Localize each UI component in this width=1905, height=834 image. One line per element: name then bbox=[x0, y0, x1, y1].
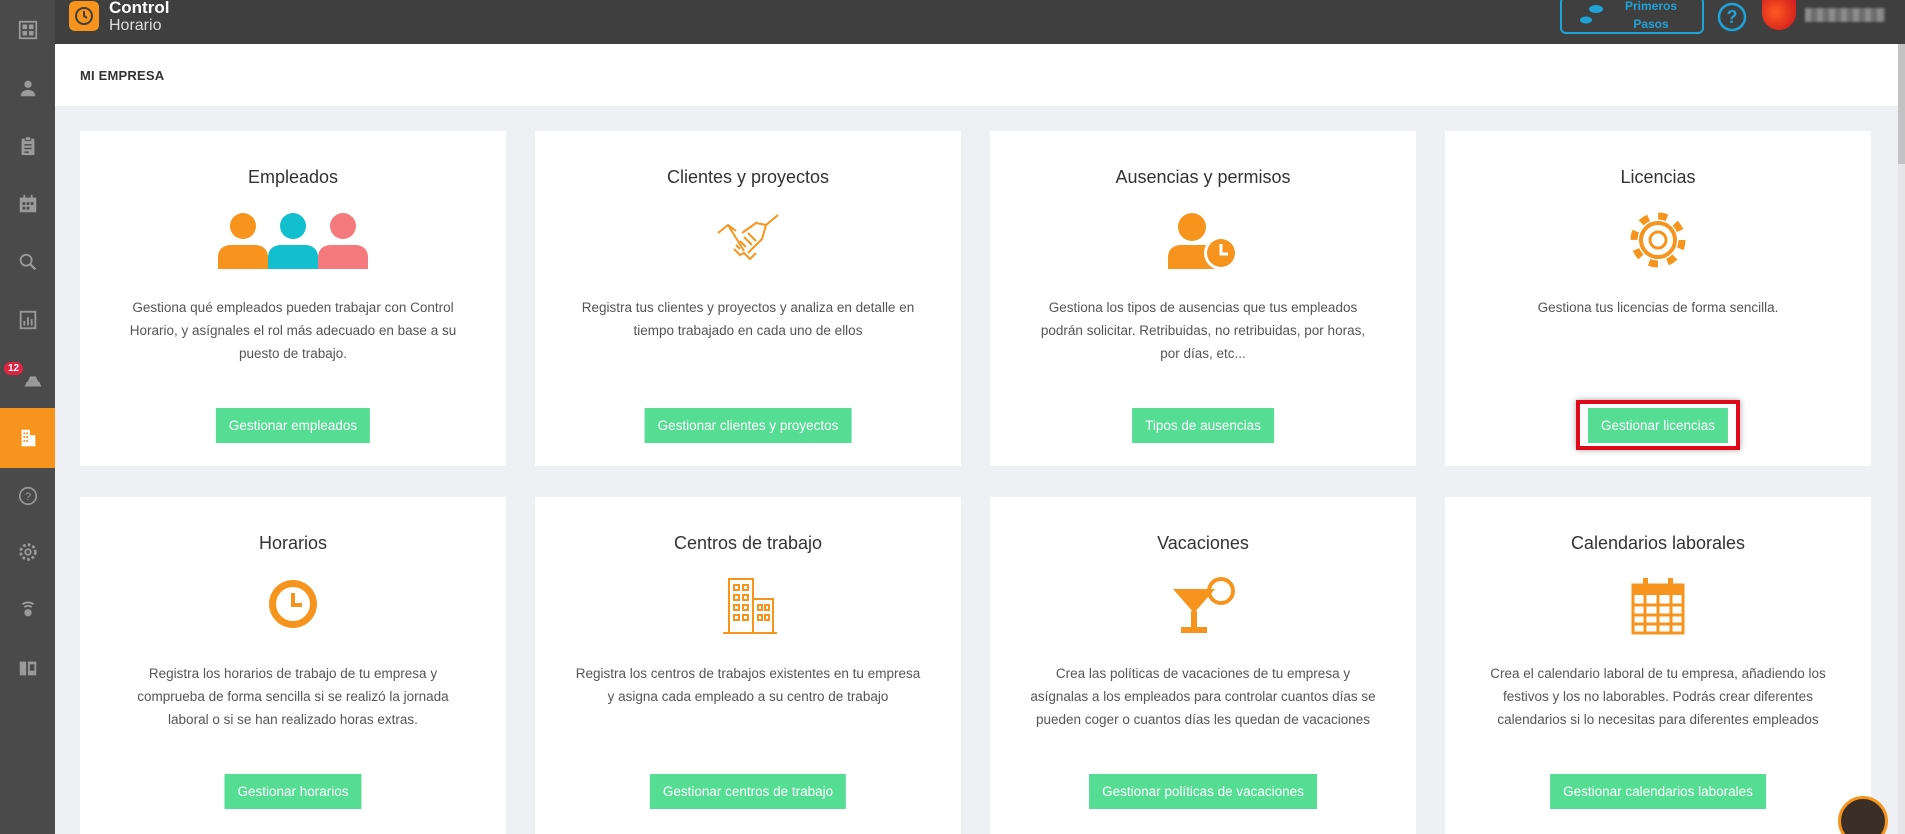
card-title: Empleados bbox=[247, 167, 339, 187]
sidebar-item-vacations[interactable]: 12 bbox=[0, 350, 55, 406]
cookie-settings-button[interactable] bbox=[1838, 796, 1888, 834]
notification-badge: 12 bbox=[4, 362, 24, 375]
gear-icon bbox=[1445, 211, 1871, 269]
handshake-icon bbox=[535, 211, 961, 271]
card-licencias: Licencias Gestiona tus licencias de form… bbox=[1445, 131, 1871, 466]
manage-schedules-button[interactable]: Gestionar horarios bbox=[224, 774, 362, 809]
card-ausencias-permisos: Ausencias y permisos Gestiona los tipos … bbox=[990, 131, 1416, 466]
sidebar-item-dashboard[interactable] bbox=[0, 2, 55, 58]
sidebar-item-calendar[interactable] bbox=[0, 176, 55, 232]
manage-clients-projects-button[interactable]: Gestionar clientes y proyectos bbox=[644, 408, 852, 443]
card-description: Gestiona los tipos de ausencias que tus … bbox=[1040, 300, 1366, 361]
card-title: Vacaciones bbox=[1157, 533, 1249, 553]
manage-vacation-policies-button[interactable]: Gestionar políticas de vacaciones bbox=[1089, 774, 1317, 809]
sidebar-item-search[interactable] bbox=[0, 234, 55, 290]
building-icon bbox=[535, 577, 961, 635]
logo-subtitle: Horario bbox=[109, 17, 162, 34]
manage-employees-button[interactable]: Gestionar empleados bbox=[215, 408, 371, 443]
cocktail-icon bbox=[990, 577, 1416, 635]
top-bar: Control Horario Primeros Pasos ? bbox=[55, 0, 1905, 44]
clock-logo-icon bbox=[69, 1, 99, 31]
vacation-icon bbox=[24, 376, 41, 387]
card-title: Centros de trabajo bbox=[673, 533, 823, 553]
card-title: Calendarios laborales bbox=[1570, 533, 1746, 553]
first-steps-line1: Primeros bbox=[1624, 0, 1678, 13]
card-vacaciones: Vacaciones Crea las políticas de vacacio… bbox=[990, 497, 1416, 834]
sidebar-item-company[interactable] bbox=[0, 408, 55, 468]
sidebar: 12 ? bbox=[0, 0, 55, 834]
scrollbar[interactable] bbox=[1898, 44, 1905, 834]
sidebar-item-records[interactable] bbox=[0, 118, 55, 174]
card-horarios: Horarios Registra los horarios de trabaj… bbox=[80, 497, 506, 834]
first-steps-button[interactable]: Primeros Pasos bbox=[1560, 0, 1704, 34]
card-description: Registra los horarios de trabajo de tu e… bbox=[137, 666, 449, 727]
clock-icon bbox=[80, 577, 506, 631]
support-icon bbox=[21, 601, 34, 617]
sidebar-item-devices[interactable] bbox=[0, 640, 55, 696]
card-title: Horarios bbox=[258, 533, 328, 553]
manage-licenses-button[interactable]: Gestionar licencias bbox=[1587, 408, 1729, 443]
employees-icon bbox=[80, 211, 506, 271]
absence-icon bbox=[990, 211, 1416, 273]
clipboard-icon bbox=[21, 136, 34, 156]
sidebar-item-employees[interactable] bbox=[0, 60, 55, 116]
card-description: Crea el calendario laboral de tu empresa… bbox=[1490, 666, 1826, 727]
question-circle-icon: ? bbox=[1717, 2, 1747, 32]
user-icon bbox=[20, 80, 35, 97]
card-centros-trabajo: Centros de trabajo Registra los centros … bbox=[535, 497, 961, 834]
first-steps-line2: Pasos bbox=[1633, 17, 1669, 31]
help-icon: ? bbox=[18, 486, 37, 506]
logo-title: Control bbox=[109, 0, 170, 17]
company-icon bbox=[21, 429, 35, 447]
card-title: Clientes y proyectos bbox=[666, 167, 830, 187]
card-description: Gestiona tus licencias de forma sencilla… bbox=[1537, 300, 1779, 315]
app-logo[interactable]: Control Horario bbox=[69, 0, 169, 44]
absence-types-button[interactable]: Tipos de ausencias bbox=[1132, 408, 1274, 443]
calendar-grid-icon bbox=[1445, 577, 1871, 635]
devices-icon bbox=[19, 661, 36, 676]
footsteps-icon bbox=[1580, 5, 1603, 24]
manage-workplaces-button[interactable]: Gestionar centros de trabajo bbox=[649, 774, 847, 809]
card-title: Ausencias y permisos bbox=[1115, 167, 1291, 187]
sidebar-item-support[interactable] bbox=[0, 582, 55, 638]
avatar[interactable] bbox=[1762, 0, 1796, 30]
page-title: MI EMPRESA bbox=[80, 68, 165, 83]
manage-work-calendars-button[interactable]: Gestionar calendarios laborales bbox=[1550, 774, 1766, 809]
sidebar-item-settings[interactable] bbox=[0, 524, 55, 580]
username-redacted[interactable] bbox=[1805, 8, 1885, 22]
card-title: Licencias bbox=[1620, 167, 1696, 187]
search-icon bbox=[19, 253, 36, 271]
card-description: Registra los centros de trabajos existen… bbox=[575, 666, 921, 704]
breadcrumb: MI EMPRESA bbox=[55, 44, 1898, 106]
svg-text:?: ? bbox=[1727, 7, 1738, 27]
dashboard-icon bbox=[18, 20, 37, 40]
calendar-icon bbox=[19, 194, 36, 213]
help-button[interactable]: ? bbox=[1715, 0, 1749, 34]
scrollbar-thumb[interactable] bbox=[1898, 44, 1905, 164]
card-description: Registra tus clientes y proyectos y anal… bbox=[581, 300, 915, 338]
card-clientes-proyectos: Clientes y proyectos Registra tus client… bbox=[535, 131, 961, 466]
card-empleados: Empleados Gestiona qué empleados pueden … bbox=[80, 131, 506, 466]
sidebar-item-reports[interactable] bbox=[0, 292, 55, 348]
card-description: Gestiona qué empleados pueden trabajar c… bbox=[129, 300, 457, 361]
report-icon bbox=[19, 310, 36, 330]
card-description: Crea las políticas de vacaciones de tu e… bbox=[1030, 666, 1376, 727]
svg-text:?: ? bbox=[24, 491, 30, 503]
card-calendarios-laborales: Calendarios laborales Crea el calendario… bbox=[1445, 497, 1871, 834]
sidebar-item-help[interactable]: ? bbox=[0, 468, 55, 524]
settings-icon bbox=[18, 543, 37, 561]
